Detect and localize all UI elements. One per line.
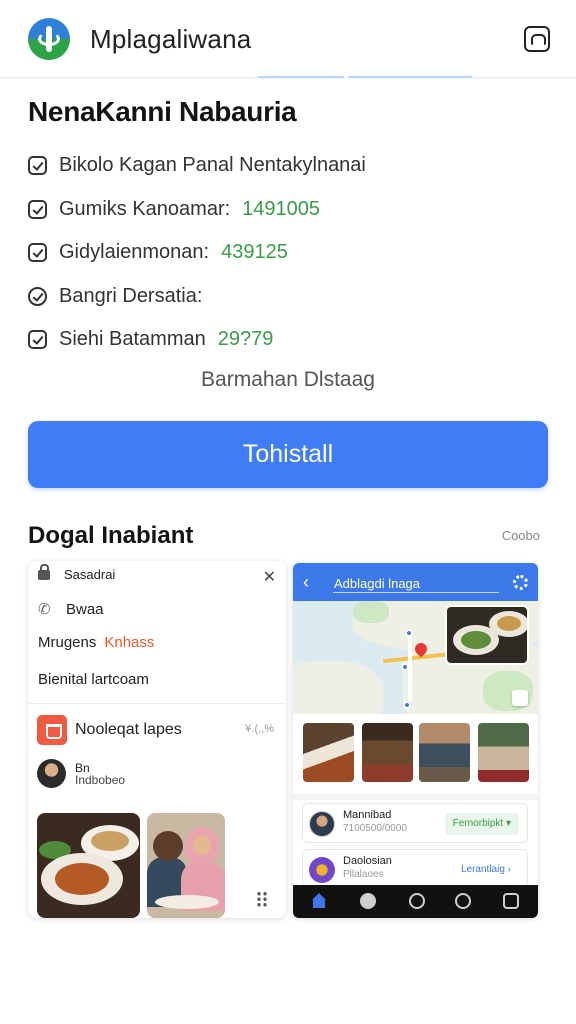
app-logo-icon bbox=[28, 18, 70, 60]
preview-app-bar: ‹ Adblagdi lnaga bbox=[293, 563, 538, 601]
detail-label: Gidylaienmonan: bbox=[59, 241, 210, 264]
divider bbox=[28, 703, 286, 704]
search-underline bbox=[333, 592, 499, 593]
list-item[interactable]: Bienital lartcoam bbox=[38, 671, 149, 688]
detail-value: 439125 bbox=[221, 241, 288, 264]
gear-icon[interactable] bbox=[513, 575, 528, 590]
food-photo[interactable] bbox=[37, 813, 140, 918]
bottom-navigation bbox=[293, 885, 538, 918]
item-action-button[interactable]: Lerantlaig › bbox=[453, 859, 519, 881]
app-name: Nooleqat lapes bbox=[75, 721, 182, 738]
list-item-label: Mrugens bbox=[38, 634, 97, 651]
list-item-label: Bienital lartcoam bbox=[38, 671, 149, 688]
list-item-label: Bwaa bbox=[66, 601, 104, 618]
list-item-link[interactable]: Knhass bbox=[104, 634, 154, 651]
detail-value: 29?79 bbox=[217, 328, 274, 351]
place-photo[interactable] bbox=[445, 605, 529, 665]
app-icon bbox=[37, 715, 67, 745]
divider bbox=[293, 794, 538, 800]
thumbnail[interactable] bbox=[478, 723, 529, 782]
list-item[interactable]: Mrugens Knhass bbox=[38, 634, 154, 651]
lock-icon bbox=[38, 563, 50, 580]
detail-label: Bikolo Kagan Panal Nentakylnanai bbox=[59, 154, 366, 177]
screenshot-preview-left[interactable]: Sasadrai ✕ ✆ Bwaa Mrugens Knhass Bienita… bbox=[28, 561, 286, 918]
detail-row: Bangri Dersatia: bbox=[28, 275, 548, 319]
detail-label: Gumiks Kanoamar: bbox=[59, 197, 231, 220]
preview-title: Adblagdi lnaga bbox=[334, 576, 421, 591]
photo-thumbnails bbox=[303, 723, 533, 783]
detail-row: Gidylaienmonan: 439125 bbox=[28, 231, 548, 275]
phone-icon: ✆ bbox=[38, 600, 51, 618]
detail-label: Bangri Dersatia: bbox=[59, 284, 203, 307]
item-action-label: Lerantlaig bbox=[460, 864, 505, 875]
detail-label: Siehi Batamman bbox=[59, 328, 206, 351]
install-button[interactable]: Tohistall bbox=[28, 421, 548, 488]
app-title: Mplagaliwana bbox=[90, 24, 252, 54]
item-subtitle: Pllalaoes bbox=[343, 869, 384, 880]
circle-icon bbox=[28, 286, 47, 306]
grid-icon[interactable] bbox=[503, 893, 519, 909]
detail-row: Bikolo Kagan Panal Nentakylnanai bbox=[28, 144, 548, 188]
thumbnail[interactable] bbox=[419, 723, 470, 782]
app-meta: ¥.(,,% bbox=[245, 723, 274, 735]
compass-icon[interactable] bbox=[409, 893, 425, 909]
item-name: Mannibad bbox=[343, 809, 392, 821]
item-subtitle: 7100500/0000 bbox=[343, 823, 407, 834]
list-item[interactable]: Mannibad 7100500/0000 Fernorbipkt ▾ bbox=[302, 803, 528, 843]
item-name: Daolosian bbox=[343, 855, 392, 867]
map-view[interactable] bbox=[293, 601, 538, 714]
close-icon[interactable]: ✕ bbox=[263, 567, 276, 587]
check-icon bbox=[28, 156, 47, 176]
detail-value: 1491005 bbox=[242, 197, 321, 220]
circle-icon[interactable] bbox=[455, 893, 471, 909]
check-icon bbox=[28, 199, 47, 219]
chat-icon[interactable] bbox=[360, 893, 376, 909]
list-item[interactable]: Daolosian Pllalaoes Lerantlaig › bbox=[302, 849, 528, 889]
camera-switch-icon[interactable] bbox=[524, 26, 550, 52]
check-icon bbox=[28, 330, 47, 350]
app-header: Mplagaliwana bbox=[0, 0, 576, 78]
avatar bbox=[37, 759, 66, 788]
list-item[interactable]: ✆ Bwaa bbox=[38, 601, 104, 618]
map-marker-icon[interactable] bbox=[405, 629, 413, 637]
app-details-list: Bikolo Kagan Panal Nentakylnanai Gumiks … bbox=[28, 144, 548, 362]
check-icon bbox=[28, 243, 47, 263]
people-photo[interactable] bbox=[147, 813, 225, 918]
page-title: NenaKanni Nabauria bbox=[28, 96, 297, 127]
user-subtitle: Indbobeo bbox=[75, 773, 126, 787]
screenshot-preview-right[interactable]: ‹ Adblagdi lnaga Mannibad 7100500/0000 F… bbox=[293, 563, 538, 918]
drag-handle-icon[interactable] bbox=[256, 891, 268, 907]
detail-row: Gumiks Kanoamar: 1491005 bbox=[28, 188, 548, 232]
list-item-label: Sasadrai bbox=[64, 567, 116, 582]
section-title: Dogal Inabiant bbox=[28, 522, 194, 549]
home-icon[interactable] bbox=[311, 893, 327, 909]
map-marker-icon[interactable] bbox=[401, 663, 409, 671]
list-item[interactable]: Sasadrai bbox=[38, 563, 116, 582]
item-action-button[interactable]: Fernorbipkt ▾ bbox=[444, 813, 519, 835]
thumbnail[interactable] bbox=[362, 723, 413, 782]
map-marker-icon[interactable] bbox=[403, 701, 411, 709]
item-action-label: Fernorbipkt bbox=[452, 818, 504, 829]
avatar bbox=[309, 857, 335, 883]
back-arrow-icon[interactable]: ‹ bbox=[303, 572, 309, 593]
thumbnail[interactable] bbox=[303, 723, 354, 782]
details-link[interactable]: Barmahan Dlstaag bbox=[0, 368, 576, 392]
avatar bbox=[309, 811, 335, 837]
section-more-link[interactable]: Coobo bbox=[502, 528, 540, 543]
page-progress-indicator bbox=[258, 76, 472, 78]
fullscreen-icon[interactable] bbox=[512, 690, 528, 706]
detail-row: Siehi Batamman 29?79 bbox=[28, 318, 548, 362]
